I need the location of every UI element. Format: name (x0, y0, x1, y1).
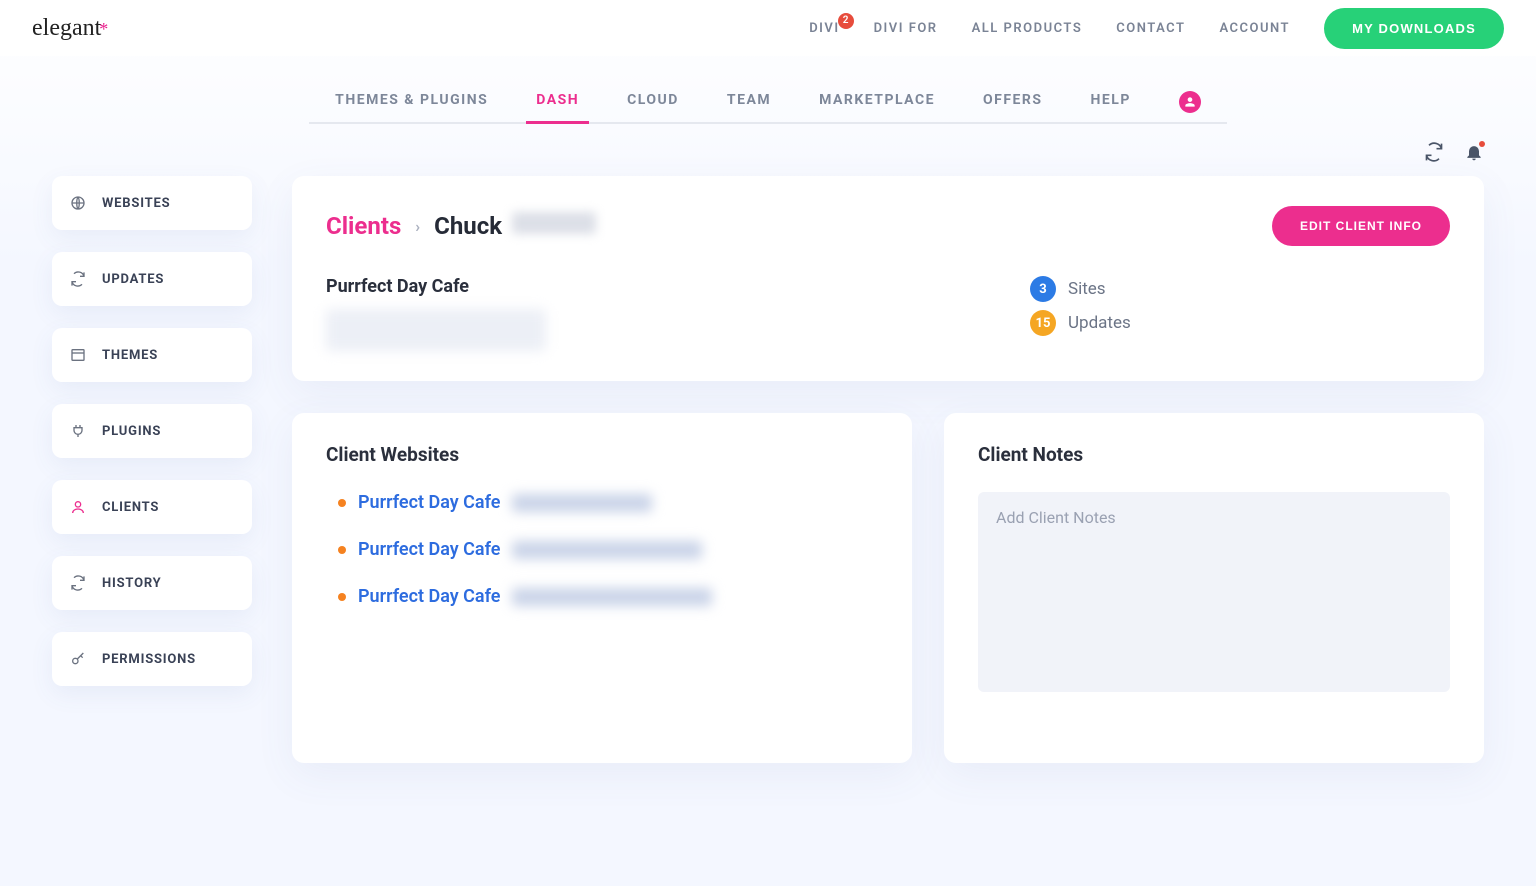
sidebar-label: WEBSITES (102, 196, 170, 211)
globe-icon (70, 195, 86, 211)
site-link[interactable]: Purrfect Day Cafe (358, 492, 500, 513)
nav-contact[interactable]: CONTACT (1116, 21, 1185, 36)
notification-badge: 2 (838, 13, 854, 29)
site-row[interactable]: Purrfect Day Cafe (338, 539, 878, 560)
breadcrumb-leaf: Chuck (434, 212, 596, 240)
websites-card-title: Client Websites (326, 443, 878, 466)
nav-account[interactable]: ACCOUNT (1219, 21, 1290, 36)
sidebar-label: THEMES (102, 348, 158, 363)
history-icon (70, 575, 86, 591)
main-layout: WEBSITES UPDATES THEMES PLUGINS CLIENTS … (0, 162, 1536, 763)
user-icon (70, 499, 86, 515)
sidebar-label: HISTORY (102, 576, 162, 591)
subnav-marketplace[interactable]: MARKETPLACE (819, 82, 935, 122)
site-row[interactable]: Purrfect Day Cafe (338, 492, 878, 513)
subnav-cloud[interactable]: CLOUD (627, 82, 679, 122)
client-websites-card: Client Websites Purrfect Day Cafe Purrfe… (292, 413, 912, 763)
status-dot-icon (338, 593, 346, 601)
stat-sites: 3 Sites (1030, 276, 1450, 302)
sidebar-item-clients[interactable]: CLIENTS (52, 480, 252, 534)
redacted-url (512, 588, 712, 606)
sub-nav: THEMES & PLUGINS DASH CLOUD TEAM MARKETP… (309, 82, 1227, 124)
sites-label: Sites (1068, 279, 1106, 299)
sidebar-item-history[interactable]: HISTORY (52, 556, 252, 610)
client-stats: 3 Sites 15 Updates (1030, 276, 1450, 351)
sidebar-label: CLIENTS (102, 500, 159, 515)
client-company-name: Purrfect Day Cafe (326, 276, 950, 297)
client-notes-input[interactable] (978, 492, 1450, 692)
redacted-contact (326, 309, 546, 351)
user-icon (1183, 95, 1197, 109)
site-link[interactable]: Purrfect Day Cafe (358, 539, 500, 560)
content-column: Clients › Chuck EDIT CLIENT INFO Purrfec… (292, 176, 1484, 763)
bell-icon[interactable] (1464, 142, 1484, 162)
site-link[interactable]: Purrfect Day Cafe (358, 586, 500, 607)
site-list: Purrfect Day Cafe Purrfect Day Cafe Purr… (326, 492, 878, 607)
breadcrumb-row: Clients › Chuck EDIT CLIENT INFO (326, 206, 1450, 246)
sidebar-label: PLUGINS (102, 424, 161, 439)
client-header-card: Clients › Chuck EDIT CLIENT INFO Purrfec… (292, 176, 1484, 381)
client-first-name: Chuck (434, 212, 502, 240)
top-nav-right: DIVI 2 DIVI FOR ALL PRODUCTS CONTACT ACC… (809, 8, 1504, 49)
account-avatar-icon[interactable] (1179, 91, 1201, 113)
refresh-icon[interactable] (1424, 142, 1444, 162)
asterisk-icon: * (99, 19, 108, 40)
sidebar-label: UPDATES (102, 272, 164, 287)
stat-updates: 15 Updates (1030, 310, 1450, 336)
sidebar-item-themes[interactable]: THEMES (52, 328, 252, 382)
breadcrumb-root[interactable]: Clients (326, 212, 401, 240)
utility-row (0, 124, 1536, 162)
site-row[interactable]: Purrfect Day Cafe (338, 586, 878, 607)
key-icon (70, 651, 86, 667)
updates-count-badge: 15 (1030, 310, 1056, 336)
subnav-team[interactable]: TEAM (727, 82, 771, 122)
plug-icon (70, 423, 86, 439)
client-info-row: Purrfect Day Cafe 3 Sites 15 Updates (326, 276, 1450, 351)
redacted-url (512, 494, 652, 512)
layout-icon (70, 347, 86, 363)
sidebar-label: PERMISSIONS (102, 652, 196, 667)
status-dot-icon (338, 499, 346, 507)
sidebar-item-websites[interactable]: WEBSITES (52, 176, 252, 230)
redacted-lastname (512, 212, 596, 234)
lower-row: Client Websites Purrfect Day Cafe Purrfe… (292, 413, 1484, 763)
updates-label: Updates (1068, 313, 1131, 333)
sidebar-item-permissions[interactable]: PERMISSIONS (52, 632, 252, 686)
notification-dot (1479, 141, 1485, 147)
client-info-left: Purrfect Day Cafe (326, 276, 950, 351)
notes-card-title: Client Notes (978, 443, 1450, 466)
nav-label: DIVI (809, 21, 839, 36)
breadcrumb: Clients › Chuck (326, 212, 596, 240)
top-nav: elegant* DIVI 2 DIVI FOR ALL PRODUCTS CO… (0, 0, 1536, 56)
refresh-icon (70, 271, 86, 287)
nav-divi-for[interactable]: DIVI FOR (874, 21, 938, 36)
subnav-themes-plugins[interactable]: THEMES & PLUGINS (335, 82, 488, 122)
subnav-dash[interactable]: DASH (536, 82, 579, 122)
sidebar: WEBSITES UPDATES THEMES PLUGINS CLIENTS … (52, 176, 252, 686)
subnav-help[interactable]: HELP (1090, 82, 1130, 122)
brand-logo[interactable]: elegant* (32, 15, 108, 42)
sidebar-item-plugins[interactable]: PLUGINS (52, 404, 252, 458)
subnav-offers[interactable]: OFFERS (983, 82, 1042, 122)
sidebar-item-updates[interactable]: UPDATES (52, 252, 252, 306)
redacted-url (512, 541, 702, 559)
sub-nav-wrap: THEMES & PLUGINS DASH CLOUD TEAM MARKETP… (0, 56, 1536, 124)
sites-count-badge: 3 (1030, 276, 1056, 302)
my-downloads-button[interactable]: MY DOWNLOADS (1324, 8, 1504, 49)
nav-divi[interactable]: DIVI 2 (809, 21, 839, 36)
nav-all-products[interactable]: ALL PRODUCTS (972, 21, 1083, 36)
client-notes-card: Client Notes (944, 413, 1484, 763)
status-dot-icon (338, 546, 346, 554)
chevron-right-icon: › (415, 217, 420, 236)
edit-client-button[interactable]: EDIT CLIENT INFO (1272, 206, 1450, 246)
brand-name: elegant (32, 15, 101, 42)
